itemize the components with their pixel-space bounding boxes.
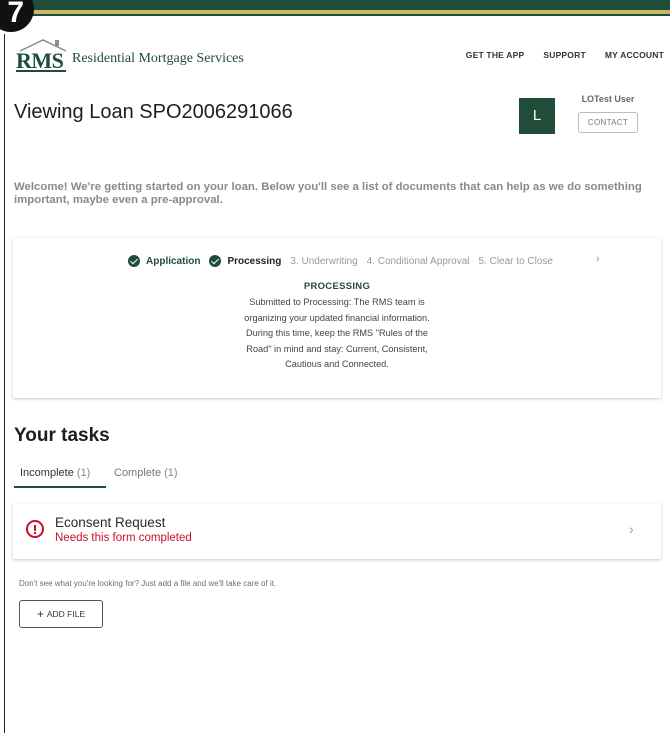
user-avatar: L bbox=[519, 98, 555, 134]
tab-count: (1) bbox=[164, 467, 178, 479]
plus-icon: + bbox=[36, 607, 44, 621]
page-title: Viewing Loan SPO2006291066 bbox=[14, 101, 293, 123]
tasks-heading: Your tasks bbox=[14, 425, 110, 446]
tab-complete[interactable]: Complete (1) bbox=[114, 460, 178, 488]
step-label: 5. Clear to Close bbox=[478, 255, 553, 267]
nav-support[interactable]: SUPPORT bbox=[543, 50, 586, 60]
nav-my-account[interactable]: MY ACCOUNT bbox=[605, 50, 664, 60]
left-frame-line bbox=[4, 34, 5, 733]
add-file-button[interactable]: + ADD FILE bbox=[19, 600, 103, 628]
step-label: 3. Underwriting bbox=[290, 255, 358, 267]
top-nav: GET THE APP SUPPORT MY ACCOUNT bbox=[466, 50, 664, 60]
stage-title: PROCESSING bbox=[303, 281, 371, 292]
check-circle-icon bbox=[209, 255, 222, 267]
add-file-hint: Don't see what you're looking for? Just … bbox=[19, 579, 277, 588]
contact-button[interactable]: CONTACT bbox=[578, 112, 638, 133]
welcome-message: Welcome! We're getting started on your l… bbox=[14, 181, 642, 206]
step-underwriting[interactable]: 3. Underwriting bbox=[290, 256, 357, 267]
loan-progress-card: Application Processing 3. Underwriting 4… bbox=[13, 238, 661, 398]
tab-incomplete[interactable]: Incomplete (1) bbox=[14, 460, 106, 488]
step-clear-to-close[interactable]: 5. Clear to Close bbox=[479, 256, 553, 267]
stage-description: Submitted to Processing: The RMS team is… bbox=[244, 297, 430, 370]
logo-underline bbox=[16, 70, 66, 72]
tab-label: Complete bbox=[114, 467, 162, 479]
step-number-badge: 7 bbox=[0, 0, 34, 32]
add-file-label: ADD FILE bbox=[46, 609, 86, 619]
task-status: Needs this form completed bbox=[55, 532, 192, 544]
task-tabs: Incomplete (1) Complete (1) bbox=[14, 460, 662, 488]
company-name: Residential Mortgage Services bbox=[72, 51, 244, 66]
nav-get-the-app[interactable]: GET THE APP bbox=[466, 50, 525, 60]
chevron-right-icon: › bbox=[629, 521, 634, 537]
progress-steps: Application Processing 3. Underwriting 4… bbox=[128, 255, 562, 267]
check-circle-icon bbox=[128, 255, 140, 267]
user-name: LOTest User bbox=[581, 94, 635, 104]
step-processing[interactable]: Processing bbox=[209, 255, 281, 267]
step-label: 4. Conditional Approval bbox=[366, 255, 470, 267]
top-brand-stripe bbox=[0, 0, 670, 16]
alert-circle-icon bbox=[26, 520, 44, 538]
step-conditional-approval[interactable]: 4. Conditional Approval bbox=[367, 256, 470, 267]
task-name: Econsent Request bbox=[55, 515, 166, 530]
step-label: Processing bbox=[227, 255, 282, 267]
chevron-right-icon[interactable]: › bbox=[596, 253, 600, 265]
gold-accent-line bbox=[0, 10, 670, 14]
tab-label: Incomplete bbox=[20, 467, 74, 479]
tab-count: (1) bbox=[76, 467, 91, 479]
task-item-econsent[interactable]: Econsent Request Needs this form complet… bbox=[13, 504, 661, 559]
step-application[interactable]: Application bbox=[128, 255, 200, 267]
step-label: Application bbox=[146, 255, 201, 267]
site-header: RMS Residential Mortgage Services GET TH… bbox=[16, 38, 664, 78]
